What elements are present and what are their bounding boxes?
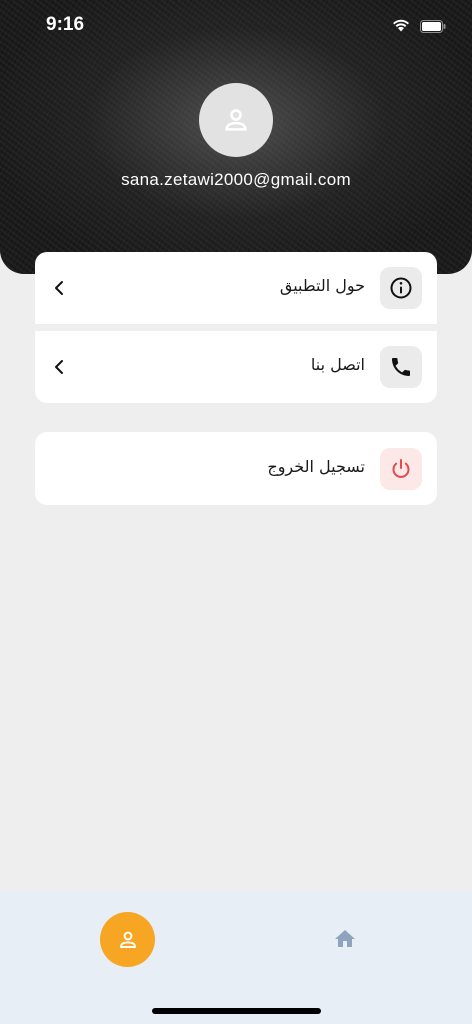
chevron-left-icon bbox=[53, 280, 65, 300]
status-time: 9:16 bbox=[46, 14, 85, 35]
battery-icon bbox=[420, 18, 446, 37]
menu-item-label: اتصل بنا bbox=[310, 355, 365, 374]
power-icon bbox=[380, 448, 422, 490]
person-icon bbox=[225, 109, 247, 131]
person-icon bbox=[119, 931, 136, 948]
nav-profile-tab[interactable] bbox=[100, 912, 155, 967]
profile-header: 9:16 sana.zetawi2000@gmail.com bbox=[0, 0, 472, 274]
phone-icon bbox=[380, 346, 422, 388]
logout-button[interactable]: تسجيل الخروج bbox=[35, 432, 437, 505]
home-icon[interactable] bbox=[333, 927, 357, 955]
menu-item-about[interactable]: حول التطبيق bbox=[35, 252, 437, 324]
home-indicator bbox=[152, 1008, 321, 1014]
avatar[interactable] bbox=[199, 83, 273, 157]
logout-label: تسجيل الخروج bbox=[267, 457, 365, 476]
wifi-icon bbox=[391, 17, 411, 36]
status-bar: 9:16 bbox=[0, 0, 472, 50]
bottom-nav bbox=[0, 890, 472, 1024]
info-icon bbox=[380, 267, 422, 309]
chevron-left-icon bbox=[53, 359, 65, 379]
user-email: sana.zetawi2000@gmail.com bbox=[121, 170, 351, 189]
menu-item-label: حول التطبيق bbox=[279, 276, 365, 295]
menu-item-contact[interactable]: اتصل بنا bbox=[35, 331, 437, 403]
